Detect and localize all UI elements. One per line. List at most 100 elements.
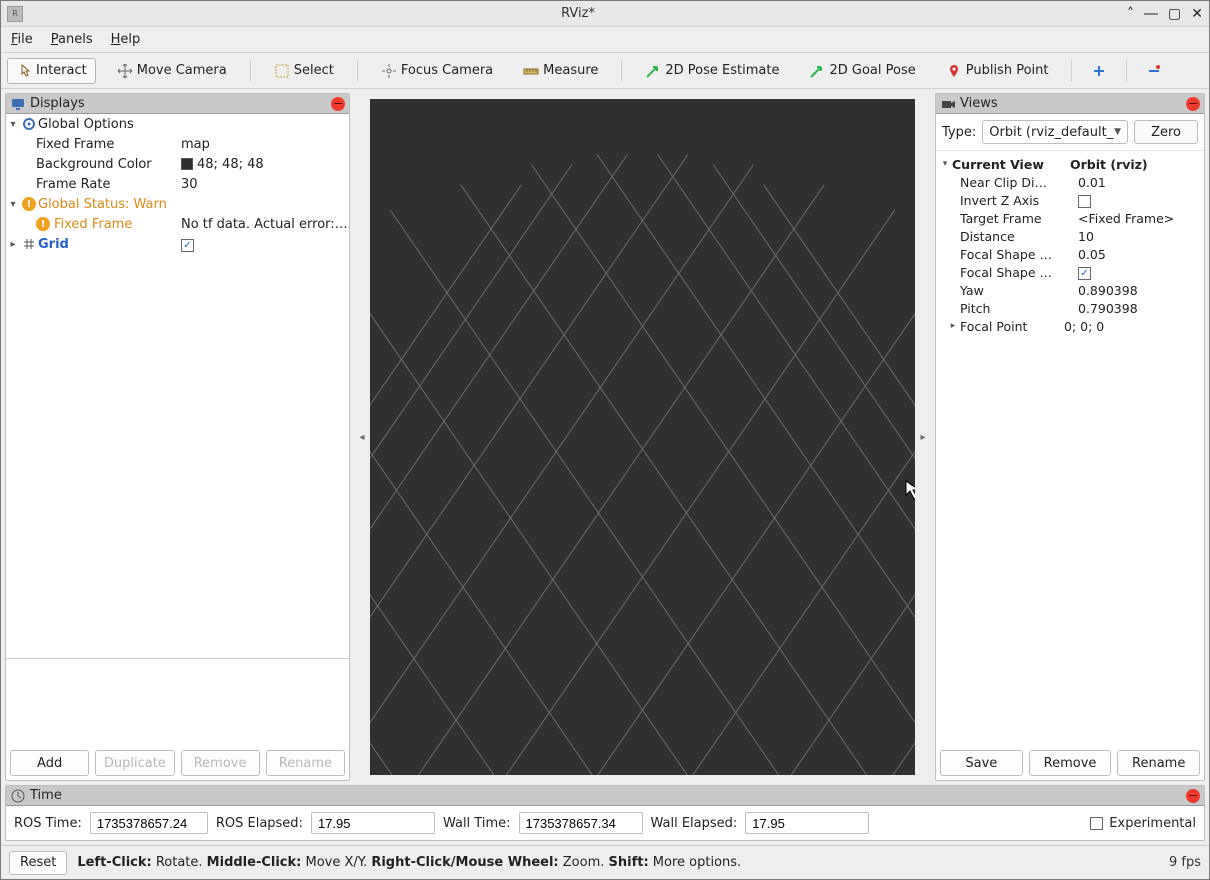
tool-move-camera[interactable]: Move Camera xyxy=(108,58,236,84)
status-fixed-frame-value: No tf data. Actual error: … xyxy=(181,217,349,232)
status-hints: Left-Click: Rotate. Middle-Click: Move X… xyxy=(77,855,741,870)
grid-render xyxy=(370,99,915,775)
window-rollup-icon[interactable]: ˄ xyxy=(1127,6,1134,22)
tool-select[interactable]: Select xyxy=(265,58,343,84)
grid-icon xyxy=(20,237,38,251)
menu-file[interactable]: File xyxy=(11,32,33,47)
prop-yaw-value[interactable]: 0.890398 xyxy=(1078,283,1202,298)
chevron-right-icon: ▸ xyxy=(920,432,925,443)
tree-expander[interactable]: ▸ xyxy=(6,239,20,250)
app-icon: R xyxy=(7,6,23,22)
prop-fixed-frame-value[interactable]: map xyxy=(181,137,349,152)
grid-enable-checkbox[interactable]: ✓ xyxy=(181,239,194,252)
zero-button[interactable]: Zero xyxy=(1134,120,1198,144)
tool-interact[interactable]: Interact xyxy=(7,58,96,84)
time-title-label: Time xyxy=(30,788,62,803)
add-button[interactable]: Add xyxy=(10,750,89,776)
prop-target-frame-value[interactable]: <Fixed Frame> xyxy=(1078,211,1202,226)
center-view-wrap: ◂ xyxy=(354,93,931,781)
prop-bg-color-value[interactable]: 48; 48; 48 xyxy=(181,157,349,172)
move-camera-icon xyxy=(117,63,133,79)
collapse-right-handle[interactable]: ▸ xyxy=(915,93,931,781)
wall-elapsed-field[interactable] xyxy=(745,812,869,834)
rename-button[interactable]: Rename xyxy=(266,750,345,776)
window-maximize-icon[interactable]: ▢ xyxy=(1168,6,1181,22)
menu-panels[interactable]: Panels xyxy=(51,32,93,47)
tool-2d-pose-estimate[interactable]: 2D Pose Estimate xyxy=(636,58,788,84)
views-panel-title[interactable]: Views xyxy=(936,94,1204,114)
remove-button[interactable]: Remove xyxy=(181,750,260,776)
toolbar-separator xyxy=(1126,60,1127,82)
tool-focus-camera[interactable]: Focus Camera xyxy=(372,58,502,84)
tree-expander[interactable]: ▸ xyxy=(946,321,960,331)
ros-time-field[interactable] xyxy=(90,812,208,834)
status-fixed-frame-label: Fixed Frame xyxy=(54,217,132,232)
fps-label: 9 fps xyxy=(1169,855,1201,870)
collapse-left-handle[interactable]: ◂ xyxy=(354,93,370,781)
save-view-button[interactable]: Save xyxy=(940,750,1023,776)
panel-close-icon[interactable] xyxy=(1186,789,1200,803)
experimental-checkbox[interactable]: ✓ xyxy=(1090,817,1103,830)
plus-icon xyxy=(1091,63,1107,79)
3d-viewport[interactable] xyxy=(370,99,915,775)
grid-label[interactable]: Grid xyxy=(38,237,75,252)
tool-goal-pose-label: 2D Goal Pose xyxy=(829,63,915,78)
titlebar: R RViz* ˄ ― ▢ ✕ xyxy=(1,1,1209,27)
gear-icon xyxy=(20,117,38,131)
select-icon xyxy=(274,63,290,79)
wall-time-label: Wall Time: xyxy=(443,816,511,831)
arrow-green-icon xyxy=(809,63,825,79)
panel-close-icon[interactable] xyxy=(1186,97,1200,111)
views-properties[interactable]: ▾Current ViewOrbit (rviz) Near Clip Di…0… xyxy=(936,151,1204,746)
tool-2d-goal-pose[interactable]: 2D Goal Pose xyxy=(800,58,924,84)
toolbar-separator xyxy=(357,60,358,82)
focal-shape-fixed-checkbox[interactable]: ✓ xyxy=(1078,267,1091,280)
global-options-label: Global Options xyxy=(38,117,140,132)
tree-expander[interactable]: ▾ xyxy=(938,159,952,169)
prop-pitch-label: Pitch xyxy=(960,301,1078,316)
window-minimize-icon[interactable]: ― xyxy=(1144,6,1158,22)
prop-fixed-frame-label: Fixed Frame xyxy=(6,137,181,152)
monitor-icon xyxy=(10,96,26,112)
tool-measure[interactable]: Measure xyxy=(514,58,607,84)
prop-pitch-value[interactable]: 0.790398 xyxy=(1078,301,1202,316)
displays-tree[interactable]: ▾ Global Options Fixed Framemap Backgrou… xyxy=(6,114,349,654)
prop-focal-shape-size-value[interactable]: 0.05 xyxy=(1078,247,1202,262)
prop-distance-value[interactable]: 10 xyxy=(1078,229,1202,244)
ros-time-label: ROS Time: xyxy=(14,816,82,831)
toolbar-separator xyxy=(621,60,622,82)
tree-expander[interactable]: ▾ xyxy=(6,199,20,210)
focus-camera-icon xyxy=(381,63,397,79)
tool-publish-point[interactable]: Publish Point xyxy=(937,58,1058,84)
views-title-label: Views xyxy=(960,96,998,111)
prop-frame-rate-value[interactable]: 30 xyxy=(181,177,349,192)
time-panel-title[interactable]: Time xyxy=(6,786,1204,806)
status-warn-icon: ! xyxy=(36,217,50,231)
prop-near-clip-value[interactable]: 0.01 xyxy=(1078,175,1202,190)
displays-panel-title[interactable]: Displays xyxy=(6,94,349,114)
tool-add[interactable] xyxy=(1086,58,1112,84)
displays-panel: Displays ▾ Global Options Fixed Framemap… xyxy=(5,93,350,781)
tool-remove[interactable] xyxy=(1141,58,1167,84)
duplicate-button[interactable]: Duplicate xyxy=(95,750,174,776)
panel-close-icon[interactable] xyxy=(331,97,345,111)
menu-help[interactable]: Help xyxy=(111,32,141,47)
prop-bg-color-label: Background Color xyxy=(6,157,181,172)
views-type-combo[interactable]: Orbit (rviz_default_ ▼ xyxy=(982,120,1128,144)
rename-view-button[interactable]: Rename xyxy=(1117,750,1200,776)
remove-view-button[interactable]: Remove xyxy=(1029,750,1112,776)
invert-z-checkbox[interactable]: ✓ xyxy=(1078,195,1091,208)
tree-expander[interactable]: ▾ xyxy=(6,119,20,130)
prop-invert-z-label: Invert Z Axis xyxy=(960,193,1078,208)
clock-icon xyxy=(10,788,26,804)
status-warn-icon: ! xyxy=(20,197,38,211)
wall-elapsed-label: Wall Elapsed: xyxy=(651,816,738,831)
wall-time-field[interactable] xyxy=(519,812,643,834)
prop-frame-rate-label: Frame Rate xyxy=(6,177,181,192)
reset-button[interactable]: Reset xyxy=(9,851,67,875)
prop-focal-point-value[interactable]: 0; 0; 0 xyxy=(1064,319,1202,334)
color-swatch-icon xyxy=(181,158,193,170)
window-close-icon[interactable]: ✕ xyxy=(1191,6,1203,22)
ros-elapsed-field[interactable] xyxy=(311,812,435,834)
time-panel: Time ROS Time: ROS Elapsed: Wall Time: W… xyxy=(5,785,1205,841)
